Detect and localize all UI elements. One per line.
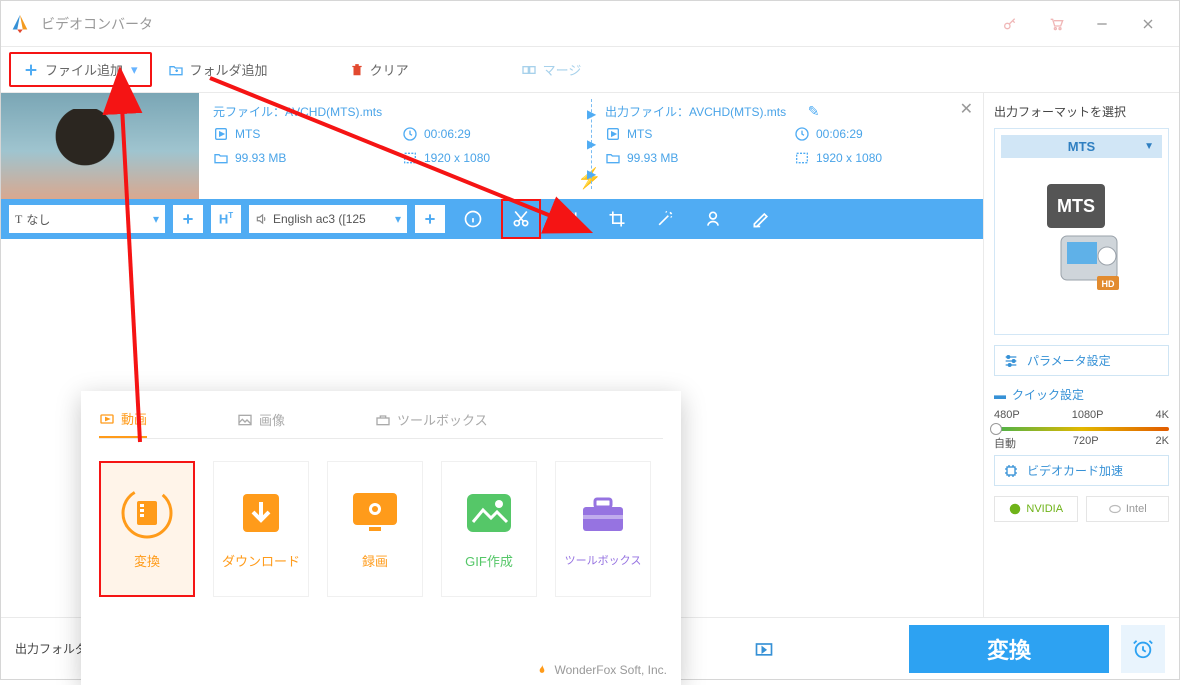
remove-file-button[interactable]: ✕ <box>960 99 973 119</box>
output-format: MTS <box>605 126 780 142</box>
folder-options-button[interactable] <box>749 635 779 663</box>
add-subtitle-button[interactable] <box>173 205 203 233</box>
source-file-name: AVCHD(MTS).mts <box>285 105 382 119</box>
cut-button[interactable] <box>501 199 541 239</box>
watermark-button[interactable] <box>693 199 733 239</box>
card-record[interactable]: 録画 <box>327 461 423 597</box>
app-title: ビデオコンバータ <box>41 14 153 34</box>
minimize-button[interactable] <box>1079 1 1125 47</box>
format-card[interactable]: MTS ▼ MTS HD <box>994 128 1169 335</box>
merge-icon <box>521 62 537 78</box>
tab-video[interactable]: 動画 <box>99 409 147 438</box>
titlebar: ビデオコンバータ <box>1 1 1179 47</box>
main-toolbar: ファイル追加 ▾ フォルダ追加 クリア マージ <box>1 47 1179 93</box>
scheduler-button[interactable] <box>1119 625 1165 673</box>
mode-panel: 動画 画像 ツールボックス 変換 ダウンロード <box>81 391 681 685</box>
source-file-label: 元ファイル： <box>213 105 285 119</box>
source-size: 99.93 MB <box>213 150 388 166</box>
hardcode-subtitle-button[interactable]: HT <box>211 205 241 233</box>
key-icon[interactable] <box>987 1 1033 47</box>
tab-image[interactable]: 画像 <box>237 409 285 438</box>
nvidia-icon <box>1008 502 1022 516</box>
merge-button[interactable]: マージ <box>509 54 594 85</box>
file-item: 元ファイル：AVCHD(MTS).mts MTS 00:06:29 99.93 … <box>1 93 983 199</box>
output-size: 99.93 MB <box>605 150 780 166</box>
sliders-icon <box>1003 353 1019 369</box>
convert-button[interactable]: 変換 <box>909 625 1109 673</box>
folder-plus-icon <box>168 62 184 78</box>
speaker-icon <box>255 212 269 226</box>
gif-icon <box>463 490 515 536</box>
merge-label: マージ <box>543 60 582 79</box>
rotate-button[interactable] <box>549 199 589 239</box>
convert-icon <box>119 485 175 541</box>
trash-icon <box>350 62 364 78</box>
add-audio-button[interactable] <box>415 205 445 233</box>
output-resolution: 1920 x 1080 <box>794 150 969 166</box>
output-panel: 出力フォーマットを選択 MTS▼ MTS HD パ <box>983 93 1179 617</box>
output-file-label: 出力ファイル： <box>605 105 689 119</box>
intel-icon <box>1108 502 1122 516</box>
card-convert[interactable]: 変換 <box>99 461 195 597</box>
subtitle-value: なし <box>26 211 50 228</box>
dropdown-arrow-icon: ▾ <box>395 212 401 226</box>
tab-toolbox[interactable]: ツールボックス <box>375 409 488 438</box>
card-download[interactable]: ダウンロード <box>213 461 309 597</box>
dropdown-arrow-icon: ▼ <box>1144 141 1154 152</box>
clear-label: クリア <box>370 60 409 79</box>
add-folder-button[interactable]: フォルダ追加 <box>156 54 280 85</box>
add-file-button[interactable]: ファイル追加 ▾ <box>9 52 152 87</box>
quick-settings-title: ▬クイック設定 <box>994 386 1169 403</box>
param-settings-button[interactable]: パラメータ設定 <box>994 345 1169 376</box>
chip-icon <box>1003 463 1019 479</box>
dropdown-arrow-icon: ▾ <box>153 212 159 226</box>
nvidia-button[interactable]: NVIDIA <box>994 496 1078 522</box>
toolbox-tab-icon <box>375 412 391 428</box>
output-duration: 00:06:29 <box>794 126 969 142</box>
edit-all-button[interactable] <box>741 199 781 239</box>
video-thumbnail[interactable] <box>1 93 199 199</box>
output-file-name: AVCHD(MTS).mts <box>689 105 786 119</box>
subtitle-dropdown[interactable]: T なし ▾ <box>9 205 165 233</box>
audio-track-dropdown[interactable]: English ac3 ([125 ▾ <box>249 205 407 233</box>
gpu-accel-label: ビデオカード加速 <box>1027 462 1123 479</box>
card-gif[interactable]: GIF作成 <box>441 461 537 597</box>
image-tab-icon <box>237 412 253 428</box>
app-logo-icon <box>9 13 31 35</box>
audio-track-value: English ac3 ([125 <box>273 212 366 226</box>
clear-button[interactable]: クリア <box>338 54 421 85</box>
close-button[interactable] <box>1125 1 1171 47</box>
card-toolbox[interactable]: ツールボックス <box>555 461 651 597</box>
output-format-title: 出力フォーマットを選択 <box>994 103 1169 120</box>
intel-button[interactable]: Intel <box>1086 496 1170 522</box>
svg-text:HD: HD <box>1101 279 1114 289</box>
edit-bar: T なし ▾ HT English ac3 ([125 ▾ <box>1 199 983 239</box>
dropdown-arrow-icon: ▾ <box>131 62 138 78</box>
add-folder-label: フォルダ追加 <box>190 60 268 79</box>
toolbox-icon <box>577 491 629 537</box>
source-format: MTS <box>213 126 388 142</box>
format-badge: MTS <box>1068 139 1095 154</box>
effects-button[interactable] <box>645 199 685 239</box>
format-artwork: MTS HD <box>1027 178 1137 308</box>
record-icon <box>347 489 403 537</box>
rename-button[interactable]: ✎ <box>808 103 820 119</box>
source-duration: 00:06:29 <box>402 126 577 142</box>
plus-icon <box>23 62 39 78</box>
source-resolution: 1920 x 1080 <box>402 150 577 166</box>
video-tab-icon <box>99 411 115 427</box>
add-file-label: ファイル追加 <box>45 60 123 79</box>
gpu-accel-button[interactable]: ビデオカード加速 <box>994 455 1169 486</box>
param-settings-label: パラメータ設定 <box>1027 352 1111 369</box>
quality-slider[interactable]: 480P 1080P 4K 自動 720P 2K <box>994 409 1169 449</box>
info-button[interactable] <box>453 199 493 239</box>
crop-button[interactable] <box>597 199 637 239</box>
svg-text:MTS: MTS <box>1057 196 1095 216</box>
flame-icon <box>535 663 549 677</box>
download-icon <box>236 488 286 538</box>
cart-icon[interactable] <box>1033 1 1079 47</box>
panel-footer: WonderFox Soft, Inc. <box>535 663 668 677</box>
